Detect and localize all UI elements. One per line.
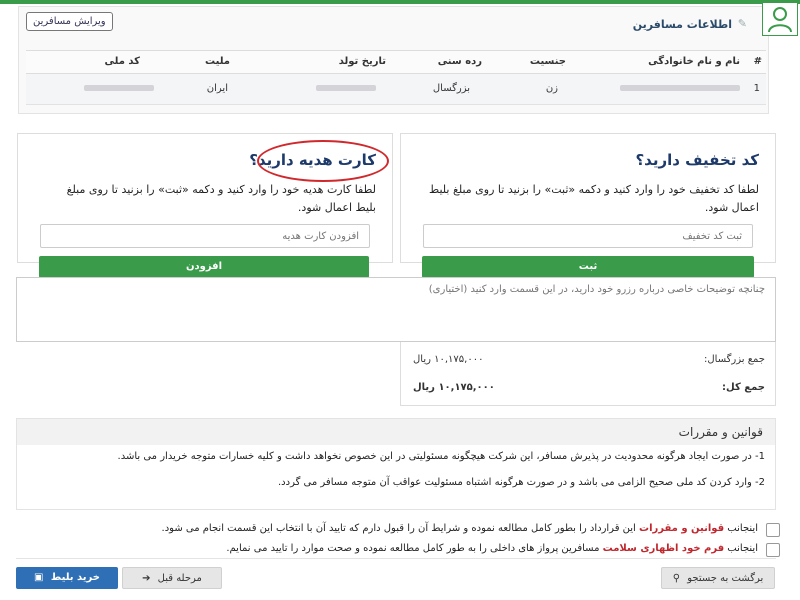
row-index: 1 <box>753 83 760 94</box>
agreement-suffix: مسافرین پرواز های داخلی را به طور کامل م… <box>226 543 603 554</box>
passenger-table: # نام و نام خانوادگی جنسیت رده سنی تاریخ… <box>26 50 766 105</box>
discount-description: لطفا کد تخفیف خود را وارد کنید و دکمه «ث… <box>429 183 759 214</box>
discount-card: کد تخفیف دارید؟ لطفا کد تخفیف خود را وار… <box>400 133 776 263</box>
submit-discount-button[interactable]: ثبت <box>422 256 754 278</box>
rules-link[interactable]: قوانین و مقررات <box>639 523 724 534</box>
rules-agreement-checkbox[interactable] <box>766 523 780 537</box>
passenger-info-title: اطلاعات مسافرین <box>632 18 732 31</box>
row-birth-date-redacted <box>316 83 376 94</box>
adult-total-label: جمع بزرگسال: <box>704 354 765 365</box>
row-nationality: ایران <box>206 83 228 94</box>
add-gift-card-button[interactable]: افزودن <box>39 256 369 278</box>
agreement-suffix: این قرارداد را بطور کامل مطالعه نموده و … <box>161 523 640 534</box>
rules-agreement-text: اینجانب قوانین و مقررات این قرارداد را ب… <box>162 523 758 534</box>
rules-panel: قوانین و مقررات 1- در صورت ایجاد هرگونه … <box>16 418 776 510</box>
table-row: 1 زن بزرگسال ایران <box>26 74 766 105</box>
user-icon <box>762 2 798 36</box>
health-form-agreement-text: اینجانب فرم خود اظهاری سلامت مسافرین پرو… <box>226 543 758 554</box>
rule-item-2: 2- وارد کردن کد ملی صحیح الزامی می باشد … <box>277 477 765 488</box>
col-age-group: رده سنی <box>437 56 482 67</box>
grand-total-value: ۱۰,۱۷۵,۰۰۰ ریال <box>413 382 495 393</box>
notes-textarea[interactable] <box>16 277 776 342</box>
arrow-right-circle-icon: ➔ <box>142 573 151 584</box>
table-header: # نام و نام خانوادگی جنسیت رده سنی تاریخ… <box>26 51 766 74</box>
col-birth-date: تاریخ تولد <box>338 56 386 67</box>
health-form-checkbox[interactable] <box>766 543 780 557</box>
agreement-prefix: اینجانب <box>724 543 758 554</box>
ticket-icon: ▣ <box>33 572 44 583</box>
divider <box>16 558 776 559</box>
row-national-id-redacted <box>84 83 154 94</box>
agreement-prefix: اینجانب <box>724 523 758 534</box>
rules-title: قوانین و مقررات <box>17 419 775 445</box>
gift-card-input[interactable] <box>40 224 370 248</box>
back-to-search-label: برگشت به جستجو <box>687 573 764 584</box>
row-age-group: بزرگسال <box>432 83 470 94</box>
row-name-redacted <box>620 83 740 94</box>
buy-ticket-button[interactable]: خرید بلیط ▣ <box>16 567 118 589</box>
col-nationality: ملیت <box>205 56 230 67</box>
col-name: نام و نام خانوادگی <box>648 56 740 67</box>
pin-icon[interactable]: ✎ <box>738 17 747 30</box>
previous-step-label: مرحله قبل <box>157 573 202 584</box>
col-national-id: کد ملی <box>104 56 140 67</box>
buy-ticket-label: خرید بلیط <box>50 572 100 583</box>
previous-step-button[interactable]: مرحله قبل ➔ <box>122 567 222 589</box>
grand-total-label: جمع کل: <box>722 382 765 393</box>
gift-card-description: لطفا کارت هدیه خود را وارد کنید و دکمه «… <box>66 183 376 214</box>
top-accent-line <box>0 0 800 4</box>
col-gender: جنسیت <box>529 56 566 67</box>
totals-panel: جمع بزرگسال: ۱۰,۱۷۵,۰۰۰ ریال جمع کل: ۱۰,… <box>400 342 776 406</box>
discount-code-input[interactable] <box>423 224 753 248</box>
search-icon: ⚲ <box>672 573 681 584</box>
back-to-search-button[interactable]: برگشت به جستجو ⚲ <box>661 567 775 589</box>
adult-total-value: ۱۰,۱۷۵,۰۰۰ ریال <box>413 354 484 365</box>
discount-title: کد تخفیف دارید؟ <box>635 151 759 169</box>
highlight-circle <box>257 140 389 182</box>
rule-item-1: 1- در صورت ایجاد هرگونه محدودیت در پذیرش… <box>117 451 765 462</box>
row-gender: زن <box>545 83 558 94</box>
edit-passengers-button[interactable]: ویرایش مسافرین <box>26 12 113 31</box>
col-index: # <box>753 56 762 67</box>
health-form-link[interactable]: فرم خود اظهاری سلامت <box>603 543 724 554</box>
